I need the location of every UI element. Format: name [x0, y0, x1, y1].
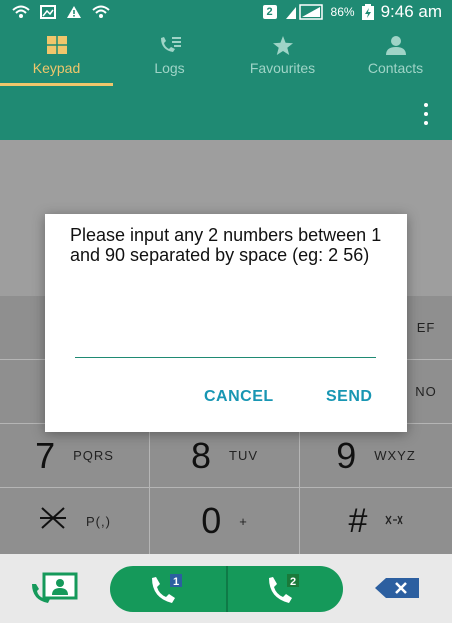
call-sim2-button[interactable]: 2 — [228, 566, 344, 612]
call-sim1-button[interactable]: 1 — [110, 566, 226, 612]
image-icon — [40, 5, 56, 19]
backspace-button[interactable] — [372, 574, 422, 602]
keypad-grid-icon — [46, 34, 68, 56]
key-hash[interactable]: # — [300, 488, 452, 554]
input-dialog: Please input any 2 numbers between 1 and… — [45, 214, 407, 432]
tab-bar: Keypad Logs Favourites Contacts — [0, 24, 452, 86]
key-8[interactable]: 8 TUV — [150, 424, 300, 488]
tab-contacts[interactable]: Contacts — [339, 24, 452, 86]
add-contact-button[interactable] — [26, 570, 82, 608]
key-letters: P(,) — [86, 513, 111, 529]
phone-sim1-icon: 1 — [151, 574, 182, 603]
action-bar — [0, 86, 452, 140]
tab-label: Logs — [154, 60, 185, 76]
key-digit: 8 — [190, 434, 212, 476]
backspace-icon — [375, 578, 419, 598]
tab-label: Keypad — [32, 60, 81, 76]
numbers-input[interactable] — [75, 334, 376, 358]
key-letters: TUV — [229, 448, 259, 463]
key-digit: 9 — [336, 434, 357, 476]
star-icon — [272, 34, 294, 56]
tab-logs[interactable]: Logs — [113, 24, 226, 86]
cancel-button[interactable]: CANCEL — [204, 388, 274, 406]
sim1-label: 1 — [173, 576, 179, 588]
key-digit: # — [348, 501, 368, 540]
key-letters: PQRS — [73, 448, 114, 463]
key-digit: 7 — [35, 434, 56, 476]
call-log-icon — [158, 34, 182, 56]
tab-keypad[interactable]: Keypad — [0, 24, 113, 86]
pause-icon — [385, 514, 404, 529]
clock-time: 9:46 am — [380, 2, 442, 21]
person-icon — [385, 34, 407, 56]
battery-percent: 86% — [330, 5, 355, 19]
status-bar: 2 86% 9:46 am — [0, 0, 452, 24]
warning-icon — [66, 5, 82, 19]
key-letters: NO — [415, 384, 437, 399]
wifi-icon — [12, 5, 30, 19]
call-buttons: 1 2 — [110, 566, 343, 612]
key-star[interactable]: P(,) — [0, 488, 150, 554]
key-letters: + — [239, 513, 248, 529]
tab-favourites[interactable]: Favourites — [226, 24, 339, 86]
battery-charging-icon — [361, 4, 374, 20]
phone-sim2-icon: 2 — [269, 574, 300, 603]
dialer-screen: 2 86% 9:46 am Keypad Logs Favourites Con… — [0, 0, 452, 623]
bottom-bar: 1 2 — [0, 554, 452, 623]
key-letters: WXYZ — [374, 448, 416, 463]
sim-badge: 2 — [262, 5, 277, 19]
asterisk-icon — [38, 502, 68, 541]
signal-icon — [284, 4, 324, 20]
key-0[interactable]: 0 + — [150, 488, 300, 554]
tab-label: Favourites — [249, 60, 316, 76]
key-digit: 0 — [201, 500, 222, 541]
tab-label: Contacts — [367, 60, 424, 76]
overflow-menu-icon[interactable] — [422, 103, 430, 125]
send-button[interactable]: SEND — [326, 388, 372, 406]
dialog-message: Please input any 2 numbers between 1 and… — [70, 225, 382, 265]
key-7[interactable]: 7 PQRS — [0, 424, 150, 488]
key-letters: EF — [416, 320, 436, 335]
wifi-icon — [92, 5, 110, 19]
key-9[interactable]: 9 WXYZ — [300, 424, 452, 488]
sim2-label: 2 — [290, 576, 296, 588]
